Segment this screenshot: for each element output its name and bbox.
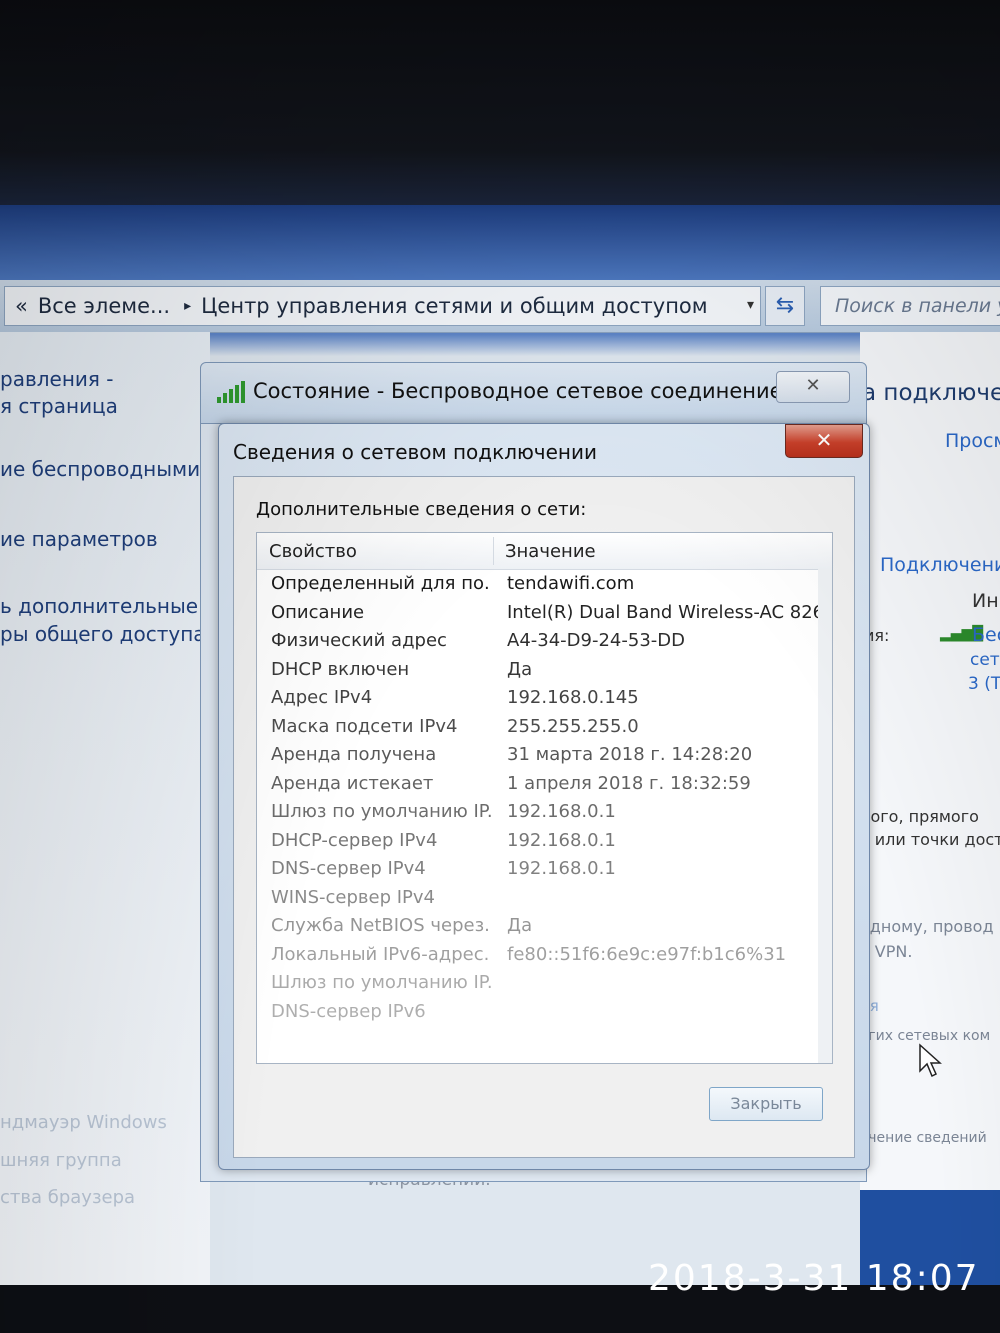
row-property: DNS-сервер IPv4	[271, 858, 426, 879]
right-desc-1: ного, прямого	[860, 807, 979, 826]
row-value: Да	[507, 915, 533, 936]
right-desc-6: угих сетевых ком	[860, 1028, 991, 1044]
row-property: Шлюз по умолчанию IP...	[271, 972, 491, 993]
column-header-property[interactable]: Свойство	[269, 541, 357, 562]
row-property: DHCP-сервер IPv4	[271, 829, 438, 851]
right-link-wifi[interactable]: Бес	[972, 624, 1000, 646]
row-value: 192.168.0.145	[507, 687, 639, 708]
right-desc-2: я или точки дост	[860, 830, 1000, 849]
row-property: Определенный для по...	[271, 573, 491, 594]
row-property: Маска подсети IPv4	[271, 715, 458, 737]
details-dialog-title: Сведения о сетевом подключении	[233, 440, 598, 464]
row-value: 192.168.0.1	[507, 801, 616, 822]
monitor-bezel	[0, 0, 1000, 215]
table-row[interactable]: Определенный для по... tendawifi.com	[257, 573, 832, 601]
table-row[interactable]: Шлюз по умолчанию IP... 192.168.0.1	[257, 801, 832, 829]
row-value: 192.168.0.1	[507, 829, 616, 851]
row-property: Описание	[271, 601, 365, 623]
right-heading: а подключе	[862, 380, 1000, 406]
close-icon[interactable]: ✕	[785, 424, 863, 458]
left-link-browser[interactable]: ства браузера	[0, 1187, 135, 1208]
table-row[interactable]: DHCP включен Да	[257, 659, 832, 687]
left-link-advanced[interactable]: ь дополнительные	[0, 594, 198, 618]
row-property: DNS-сервер IPv6	[271, 1000, 426, 1022]
details-header: Дополнительные сведения о сети:	[256, 499, 587, 520]
row-value: Да	[507, 658, 533, 680]
table-row[interactable]: Шлюз по умолчанию IP...	[257, 972, 832, 1000]
row-property: Служба NetBIOS через...	[271, 915, 491, 936]
right-text-in: Ин	[972, 590, 999, 612]
right-link-wifi-l2[interactable]: сет	[970, 650, 1000, 670]
row-value: A4-34-D9-24-53-DD	[507, 630, 685, 651]
row-value: tendawifi.com	[507, 573, 635, 594]
breadcrumb-arrow-icon[interactable]: ▸	[184, 298, 191, 314]
status-dialog: Состояние - Беспроводное сетевое соедине…	[200, 362, 867, 424]
left-link-adapter-settings[interactable]: ие параметров	[0, 527, 158, 551]
scrollbar[interactable]	[818, 569, 832, 1063]
signal-icon	[217, 381, 245, 403]
list-column-header: Свойство Значение	[257, 533, 832, 570]
left-link-sharing[interactable]: ры общего доступа	[0, 622, 206, 646]
status-dialog-title: Состояние - Беспроводное сетевое соедине…	[253, 379, 803, 403]
close-icon[interactable]: ✕	[776, 371, 850, 403]
row-value: fe80::51f6:6e9c:e97f:b1c6%31	[507, 943, 787, 965]
table-row[interactable]: DNS-сервер IPv4 192.168.0.1	[257, 858, 832, 886]
right-link-connections[interactable]: Подключени	[880, 554, 1000, 576]
window-titlebar	[0, 205, 1000, 280]
row-property: Аренда истекает	[271, 772, 434, 794]
table-row[interactable]: DNS-сервер IPv6	[257, 1001, 832, 1029]
table-row[interactable]: Аренда получена 31 марта 2018 г. 14:28:20	[257, 744, 832, 772]
chevron-down-icon[interactable]: ▾	[747, 297, 754, 313]
left-link-home[interactable]: я страница	[0, 394, 118, 418]
row-property: Шлюз по умолчанию IP...	[271, 801, 491, 822]
left-link-control-panel[interactable]: равления -	[0, 367, 114, 391]
table-row[interactable]: Локальный IPv6-адрес... fe80::51f6:6e9c:e…	[257, 944, 832, 972]
left-link-wireless[interactable]: ие беспроводными	[0, 457, 200, 481]
row-value: 1 апреля 2018 г. 18:32:59	[507, 772, 751, 794]
row-value: Intel(R) Dual Band Wireless-AC 8260	[507, 601, 833, 623]
breadcrumb-all-items[interactable]: Все элеме...	[38, 294, 170, 318]
refresh-icon[interactable]: ⇆	[765, 286, 805, 326]
row-property: Адрес IPv4	[271, 687, 373, 708]
table-row[interactable]: Адрес IPv4 192.168.0.145	[257, 687, 832, 715]
back-chevrons-icon[interactable]: «	[15, 294, 28, 318]
left-link-firewall[interactable]: ндмауэр Windows	[0, 1112, 167, 1133]
table-row[interactable]: Маска подсети IPv4 255.255.255.0	[257, 716, 832, 744]
right-content-pane: а подключе Просм Подключени Ин ия: ▂▄▆█ …	[860, 332, 1000, 1285]
breadcrumb[interactable]: « Все элеме... ▸ Центр управления сетями…	[4, 286, 761, 326]
right-desc-3: одному, провод	[860, 917, 994, 936]
table-row[interactable]: Физический адрес A4-34-D9-24-53-DD	[257, 630, 832, 658]
right-link-wifi-l3[interactable]: 3 (Т	[968, 674, 1000, 694]
row-property: WINS-сервер IPv4	[271, 886, 435, 908]
table-row[interactable]: WINS-сервер IPv4	[257, 887, 832, 915]
screen: « Все элеме... ▸ Центр управления сетями…	[0, 205, 1000, 1285]
row-property: Аренда получена	[271, 744, 437, 765]
column-header-value[interactable]: Значение	[505, 541, 596, 562]
right-link-view[interactable]: Просм	[945, 430, 1000, 452]
row-value: 31 марта 2018 г. 14:28:20	[507, 744, 753, 765]
close-button[interactable]: Закрыть	[709, 1087, 823, 1121]
row-property: Физический адрес	[271, 630, 447, 651]
table-row[interactable]: DHCP-сервер IPv4 192.168.0.1	[257, 830, 832, 858]
breadcrumb-network-center[interactable]: Центр управления сетями и общим доступом	[201, 294, 708, 318]
photo-timestamp: 2018-3-31 18:07	[648, 1258, 980, 1299]
table-row[interactable]: Служба NetBIOS через... Да	[257, 915, 832, 943]
right-desc-7: учение сведений	[860, 1130, 987, 1146]
left-task-pane: равления - я страница ие беспроводными и…	[0, 332, 210, 1285]
table-row[interactable]: Описание Intel(R) Dual Band Wireless-AC 8…	[257, 602, 832, 630]
details-listview[interactable]: Свойство Значение Определенный для по...…	[256, 532, 833, 1064]
column-divider[interactable]	[493, 537, 494, 565]
row-value: 255.255.255.0	[507, 715, 639, 737]
row-property: DHCP включен	[271, 658, 410, 680]
details-dialog: Сведения о сетевом подключении ✕ Дополни…	[218, 423, 870, 1170]
search-input[interactable]: Поиск в панели уп	[820, 286, 1000, 326]
row-property: Локальный IPv6-адрес...	[271, 943, 491, 965]
details-dialog-client: Дополнительные сведения о сети: Свойство…	[233, 476, 855, 1158]
left-link-homegroup[interactable]: шняя группа	[0, 1150, 122, 1171]
address-bar: « Все элеме... ▸ Центр управления сетями…	[0, 280, 1000, 333]
table-row[interactable]: Аренда истекает 1 апреля 2018 г. 18:32:59	[257, 773, 832, 801]
row-value: 192.168.0.1	[507, 858, 616, 879]
mouse-cursor-icon	[919, 1043, 942, 1078]
